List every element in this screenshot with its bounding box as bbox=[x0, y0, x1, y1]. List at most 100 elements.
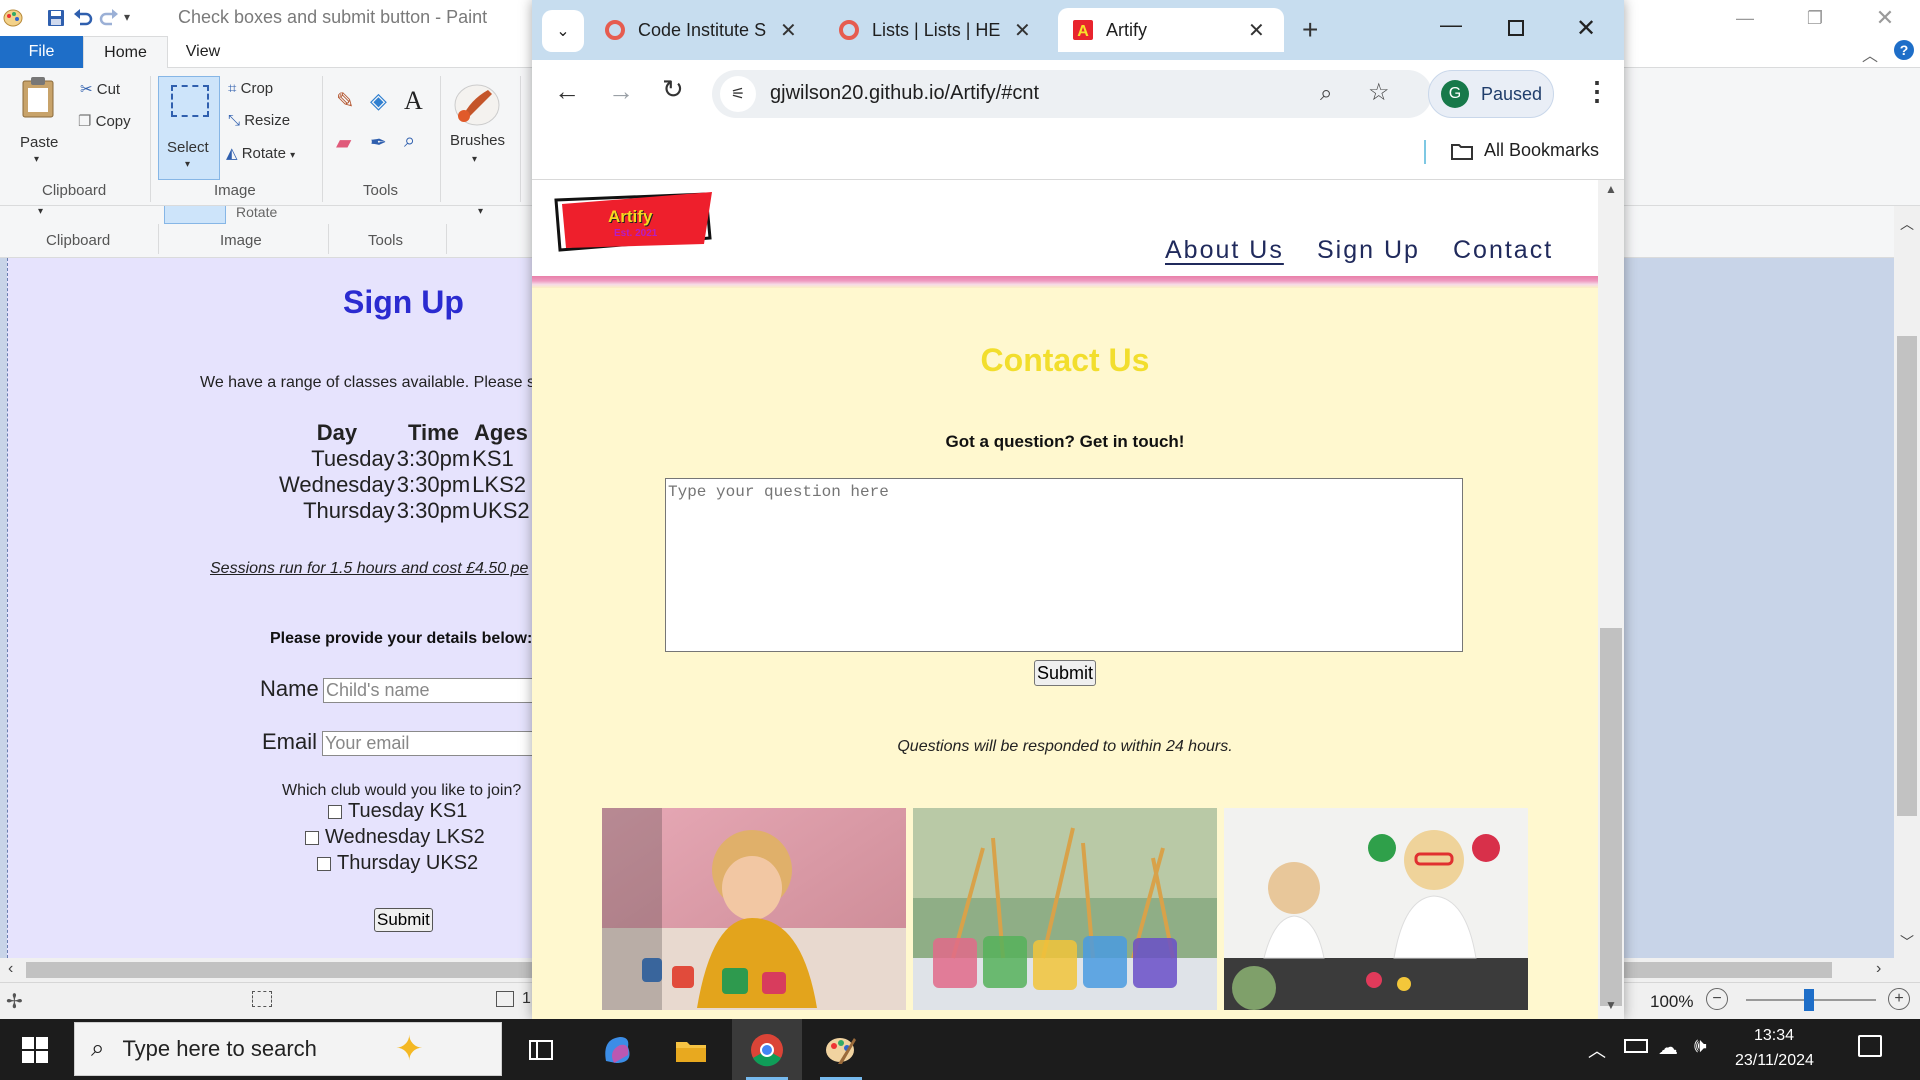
browser-tab-active[interactable]: A Artify ✕ bbox=[1058, 8, 1284, 52]
zoom-out-icon[interactable]: − bbox=[1706, 988, 1728, 1010]
close-icon[interactable]: ✕ bbox=[1850, 0, 1920, 36]
artify-logo[interactable]: Artify Est. 2021 bbox=[554, 192, 714, 254]
zoom-slider-thumb[interactable] bbox=[1804, 989, 1814, 1011]
scroll-down-icon[interactable]: ﹀ bbox=[1900, 932, 1914, 952]
restore-icon[interactable]: ❐ bbox=[1780, 0, 1850, 36]
browser-tab[interactable]: Code Institute S ✕ bbox=[590, 8, 814, 52]
customize-qat-icon[interactable]: ▾ bbox=[124, 10, 146, 30]
show-hidden-icons[interactable]: ︿ bbox=[1588, 1037, 1606, 1063]
select-dropdown-icon[interactable]: ▾ bbox=[185, 159, 190, 170]
clock-time[interactable]: 13:34 bbox=[1754, 1027, 1794, 1045]
collapse-ribbon-icon[interactable]: ︿ bbox=[1862, 42, 1878, 66]
close-icon[interactable]: ✕ bbox=[1576, 14, 1596, 43]
ribbon-separator bbox=[322, 76, 323, 202]
notifications-icon[interactable] bbox=[1858, 1035, 1882, 1057]
image-group-label: Image bbox=[214, 182, 256, 199]
forward-icon[interactable]: → bbox=[608, 76, 634, 107]
save-icon[interactable] bbox=[46, 8, 68, 28]
table-header: Ages bbox=[474, 420, 528, 445]
reload-icon[interactable]: ↻ bbox=[662, 74, 684, 105]
zoom-magnifier-icon[interactable]: ⌕ bbox=[1320, 80, 1332, 106]
color-picker-icon[interactable]: ✒ bbox=[370, 130, 387, 155]
select-button[interactable]: Select ▾ bbox=[158, 76, 220, 180]
minimize-icon[interactable]: — bbox=[1710, 0, 1780, 36]
tab-home[interactable]: Home bbox=[83, 36, 168, 69]
question-textarea[interactable] bbox=[665, 478, 1463, 652]
volume-icon[interactable]: 🕪 bbox=[1694, 1035, 1707, 1058]
scroll-up-icon[interactable]: ︿ bbox=[1900, 214, 1914, 234]
brushes-button[interactable] bbox=[452, 78, 502, 128]
file-explorer-button[interactable] bbox=[656, 1019, 726, 1080]
resize-button[interactable]: ⤡ Resize bbox=[228, 112, 290, 129]
submit-button[interactable]: Submit bbox=[1034, 660, 1096, 686]
tab-close-icon[interactable]: ✕ bbox=[1014, 18, 1031, 43]
browser-tab[interactable]: Lists | Lists | HE ✕ bbox=[824, 8, 1048, 52]
brushes-label: Brushes bbox=[450, 132, 506, 149]
page-scrollbar[interactable]: ▲ ▼ bbox=[1598, 180, 1624, 1019]
scrollbar-thumb[interactable] bbox=[1600, 628, 1622, 1006]
rotate-dropdown-icon: ▾ bbox=[290, 150, 296, 161]
maximize-icon[interactable] bbox=[1508, 20, 1524, 36]
ghost-rotate-label: Rotate bbox=[236, 204, 278, 220]
chrome-menu-icon[interactable]: ⋮ bbox=[1584, 76, 1610, 107]
taskbar-search-box[interactable]: ⌕ Type here to search ✦ bbox=[74, 1022, 502, 1076]
nav-about-us[interactable]: About Us bbox=[1165, 236, 1284, 265]
paint-app-icon[interactable] bbox=[2, 8, 24, 28]
task-view-button[interactable] bbox=[506, 1019, 576, 1080]
scroll-left-icon[interactable]: ‹ bbox=[8, 960, 13, 978]
paste-dropdown-icon[interactable]: ▾ bbox=[34, 154, 39, 165]
clock-date[interactable]: 23/11/2024 bbox=[1735, 1052, 1814, 1070]
scroll-up-icon[interactable]: ▲ bbox=[1605, 182, 1617, 196]
magnifier-icon[interactable]: ⌕ bbox=[404, 130, 415, 153]
contact-title: Contact Us bbox=[980, 342, 1150, 378]
all-bookmarks-button[interactable]: All Bookmarks bbox=[1450, 140, 1599, 161]
copilot-button[interactable] bbox=[582, 1019, 652, 1080]
site-settings-icon[interactable]: ⚟ bbox=[720, 76, 756, 112]
paint-vertical-scrollbar[interactable]: ︿ ﹀ bbox=[1894, 206, 1920, 958]
crop-button[interactable]: ⌗ Crop bbox=[228, 80, 273, 97]
windows-logo-icon bbox=[22, 1036, 48, 1063]
zoom-in-icon[interactable]: + bbox=[1888, 988, 1910, 1010]
profile-button[interactable]: G Paused bbox=[1428, 70, 1554, 118]
search-highlight-icon: ✦ bbox=[395, 1030, 424, 1068]
nav-sign-up[interactable]: Sign Up bbox=[1317, 236, 1420, 265]
fill-icon[interactable]: ◈ bbox=[370, 88, 387, 114]
scroll-down-icon[interactable]: ▼ bbox=[1605, 998, 1617, 1012]
paste-button[interactable] bbox=[20, 76, 58, 120]
pencil-icon[interactable]: ✎ bbox=[336, 88, 354, 114]
address-bar[interactable]: ⚟ gjwilson20.github.io/Artify/#cnt ⌕ ☆ bbox=[712, 70, 1432, 118]
brushes-dropdown-icon[interactable]: ▾ bbox=[472, 154, 477, 165]
task-view-icon bbox=[529, 1039, 553, 1060]
paint-taskbar-button[interactable] bbox=[806, 1019, 876, 1080]
url-text[interactable]: gjwilson20.github.io/Artify/#cnt bbox=[770, 82, 1039, 105]
nav-contact[interactable]: Contact bbox=[1453, 236, 1553, 265]
redo-icon[interactable] bbox=[98, 8, 120, 28]
all-bookmarks-label: All Bookmarks bbox=[1484, 140, 1600, 160]
minimize-icon[interactable]: — bbox=[1440, 12, 1462, 38]
rotate-button[interactable]: ◭ Rotate ▾ bbox=[226, 144, 295, 162]
new-tab-icon[interactable]: + bbox=[1302, 14, 1318, 46]
scroll-right-icon[interactable]: › bbox=[1876, 960, 1881, 978]
tab-file[interactable]: File bbox=[0, 36, 83, 68]
start-button[interactable] bbox=[0, 1019, 70, 1080]
bookmark-star-icon[interactable]: ☆ bbox=[1368, 78, 1390, 107]
tab-close-icon[interactable]: ✕ bbox=[1248, 18, 1265, 43]
tab-close-icon[interactable]: ✕ bbox=[780, 18, 797, 43]
rotate-label: Rotate bbox=[241, 145, 286, 162]
back-icon[interactable]: ← bbox=[554, 76, 580, 107]
cut-button[interactable]: ✂ Cut bbox=[80, 80, 120, 98]
chrome-taskbar-button[interactable] bbox=[732, 1019, 802, 1080]
chrome-icon bbox=[751, 1033, 783, 1066]
onedrive-cloud-icon[interactable]: ☁ bbox=[1658, 1035, 1678, 1060]
canvas-image[interactable]: Sign Up We have a range of classes avail… bbox=[7, 258, 536, 958]
tab-search-chevron-icon[interactable]: ⌄ bbox=[542, 10, 584, 52]
battery-icon[interactable] bbox=[1624, 1039, 1648, 1053]
eraser-icon[interactable]: ▰ bbox=[336, 130, 351, 155]
help-icon[interactable]: ? bbox=[1894, 40, 1914, 60]
tab-view[interactable]: View bbox=[178, 36, 228, 68]
copy-button[interactable]: ❐ Copy bbox=[78, 112, 131, 130]
scrollbar-thumb[interactable] bbox=[1897, 336, 1917, 816]
text-icon[interactable]: A bbox=[404, 86, 423, 116]
logo-tagline: Est. 2021 bbox=[614, 228, 658, 239]
undo-icon[interactable] bbox=[72, 8, 94, 28]
